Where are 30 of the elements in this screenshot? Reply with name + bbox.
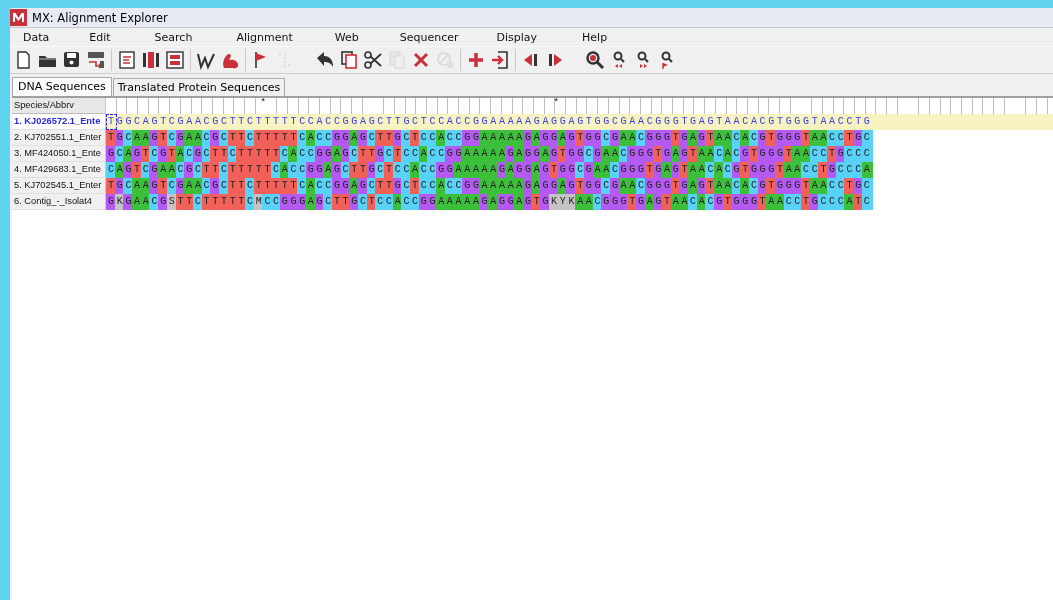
- menu-item[interactable]: Search: [154, 30, 193, 44]
- sequence-name[interactable]: 6. Contig_-_Isolat4: [12, 194, 106, 210]
- translate-icon[interactable]: [86, 50, 106, 70]
- import-icon[interactable]: [490, 50, 510, 70]
- sequence-name[interactable]: 1. KJ026572.1_Ente: [12, 114, 106, 130]
- sequence-name[interactable]: 2. KJ702551.1_Enter: [12, 130, 106, 146]
- menu-item[interactable]: Help: [582, 30, 608, 44]
- scissors-icon[interactable]: [363, 50, 383, 70]
- sequence-name[interactable]: 5. KJ702545.1_Enter: [12, 178, 106, 194]
- sequence-name[interactable]: 4. MF429683.1_Ente: [12, 162, 106, 178]
- plus-icon[interactable]: [466, 50, 486, 70]
- menu-item[interactable]: Display: [496, 30, 538, 44]
- menu-item[interactable]: Sequencer: [399, 30, 459, 44]
- align-icon[interactable]: [141, 50, 161, 70]
- atcg-icon[interactable]: [165, 50, 185, 70]
- delete-icon[interactable]: [411, 50, 431, 70]
- tab[interactable]: DNA Sequences: [12, 77, 112, 96]
- menu-item[interactable]: Web: [334, 30, 359, 44]
- tab[interactable]: Translated Protein Sequences: [112, 78, 286, 96]
- save-icon[interactable]: [62, 50, 82, 70]
- list-document-icon[interactable]: [117, 50, 137, 70]
- column-header: Species/Abbrv: [12, 98, 106, 114]
- window-title: MX: Alignment Explorer: [32, 10, 168, 25]
- sequence-name[interactable]: 3. MF424050.1_Ente: [12, 146, 106, 162]
- menu-item[interactable]: Data: [23, 30, 50, 44]
- menu-item[interactable]: Alignment: [236, 30, 293, 44]
- menu-item[interactable]: Edit: [89, 30, 111, 44]
- app-logo-icon: [10, 9, 27, 26]
- copy-icon[interactable]: [339, 50, 359, 70]
- search-icon[interactable]: [585, 50, 605, 70]
